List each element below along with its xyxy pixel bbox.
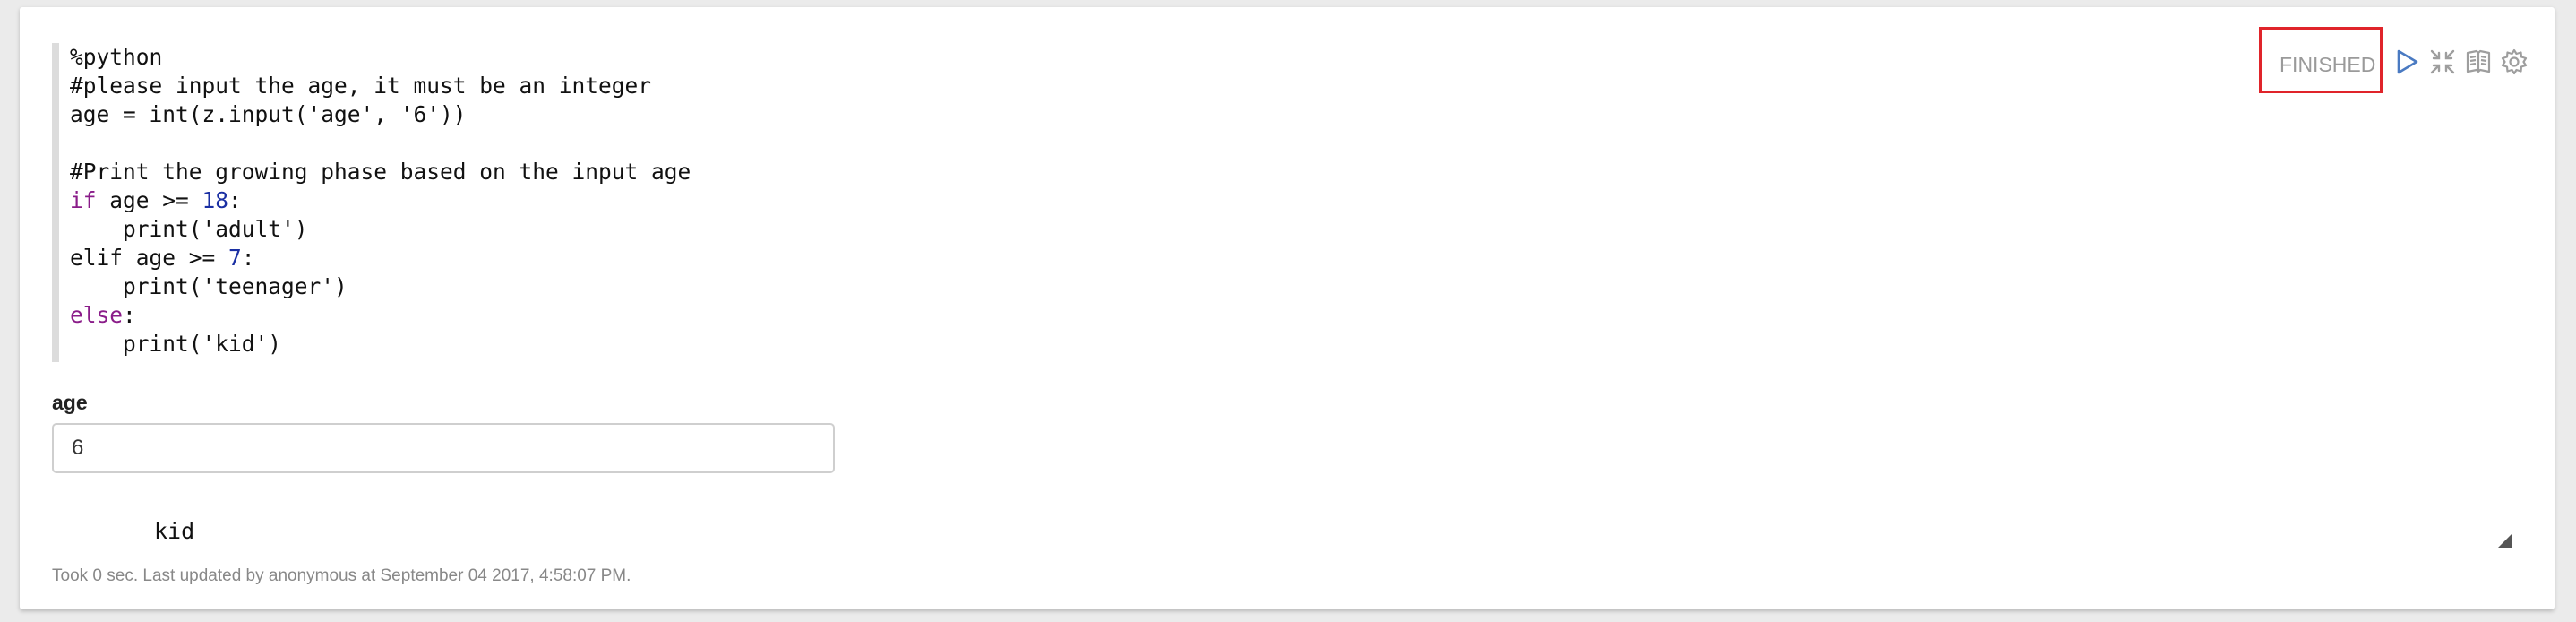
code-keyword: else (70, 302, 124, 328)
code-token: #please input the age, it must be an int… (70, 73, 652, 99)
code-token: age = int(z.input('age', '6')) (70, 101, 467, 127)
code-line: print('teenager') (70, 272, 1324, 301)
code-token: age >= (96, 187, 202, 213)
code-line: %python (70, 43, 1324, 72)
status-highlight-box: FINISHED (2259, 27, 2383, 93)
code-keyword: if (70, 187, 97, 213)
collapse-arrows-icon[interactable] (2429, 48, 2456, 75)
paragraph-footer-status: Took 0 sec. Last updated by anonymous at… (52, 566, 631, 585)
resize-handle-icon[interactable] (2497, 532, 2513, 549)
code-line: print('adult') (70, 215, 1324, 244)
code-line: #please input the age, it must be an int… (70, 72, 1324, 100)
notebook-paragraph: FINISHED %python #please input the age, … (20, 7, 2555, 609)
code-token: print('kid') (70, 331, 282, 357)
paragraph-controls: FINISHED (2259, 27, 2537, 97)
code-line: if age >= 18: (70, 186, 1324, 215)
code-token: print('teenager') (70, 273, 348, 299)
paragraph-result-output: kid (154, 518, 195, 544)
code-line: else: (70, 301, 1324, 330)
code-line: age = int(z.input('age', '6')) (70, 100, 1324, 129)
code-line: #Print the growing phase based on the in… (70, 158, 1324, 186)
code-number: 18 (202, 187, 229, 213)
book-open-icon[interactable] (2465, 48, 2492, 75)
code-editor[interactable]: %python #please input the age, it must be… (52, 43, 1324, 362)
code-line: elif age >= 7: (70, 244, 1324, 272)
code-token: : (228, 187, 242, 213)
code-number: 7 (228, 245, 242, 271)
age-input[interactable] (52, 423, 835, 473)
code-token: %python (70, 44, 163, 70)
code-token: elif age >= (70, 245, 229, 271)
form-label-age: age (52, 391, 88, 414)
code-line: print('kid') (70, 330, 1324, 359)
code-token: : (241, 245, 255, 271)
code-token: #Print the growing phase based on the in… (70, 159, 691, 185)
status-label: FINISHED (2280, 53, 2376, 76)
gear-settings-icon[interactable] (2501, 48, 2528, 75)
run-play-icon[interactable] (2393, 48, 2420, 75)
code-token: : (123, 302, 136, 328)
code-token: print('adult') (70, 216, 308, 242)
